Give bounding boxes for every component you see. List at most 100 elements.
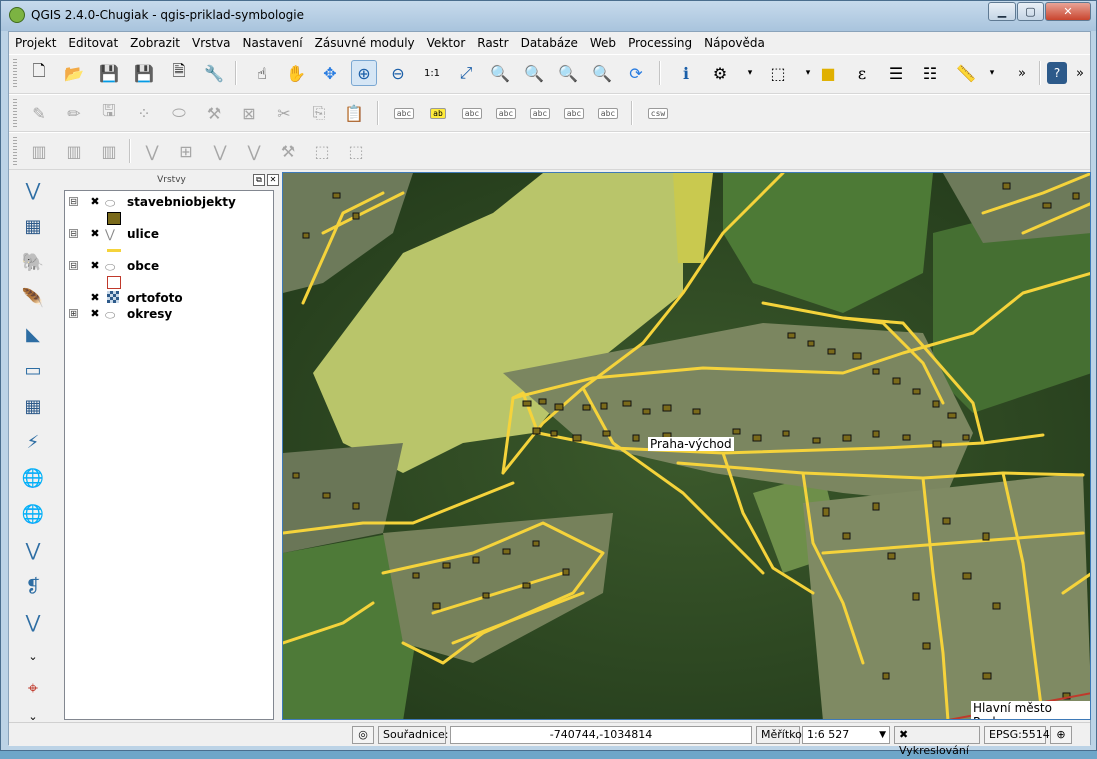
toolbar-grip-3[interactable] xyxy=(13,137,17,165)
add-ring-icon[interactable]: ⋁ xyxy=(139,138,165,164)
paste-features-icon[interactable]: 📋 xyxy=(341,100,367,126)
change-label-icon[interactable]: abc xyxy=(595,100,621,126)
crosshair-icon[interactable]: ⌖ xyxy=(19,674,47,702)
action-icon[interactable]: ⚙ xyxy=(707,60,733,86)
map-canvas[interactable]: Praha-východ Hlavní město Praha xyxy=(282,172,1091,720)
statistics-icon[interactable]: ☷ xyxy=(917,60,943,86)
refresh-icon[interactable]: ⟳ xyxy=(623,60,649,86)
cut-features-icon[interactable]: ✂ xyxy=(271,100,297,126)
field-calculator-icon[interactable]: ε xyxy=(849,60,875,86)
deselect-icon[interactable]: ■ xyxy=(815,60,841,86)
float-panel-button[interactable]: ⧉ xyxy=(253,174,265,186)
layer-checkbox[interactable]: ✖ xyxy=(89,228,101,240)
labeling-icon[interactable]: abc xyxy=(391,100,417,126)
minimize-button[interactable]: ▁ xyxy=(988,2,1016,21)
layer-checkbox[interactable]: ✖ xyxy=(89,308,101,320)
zoom-to-selection-icon[interactable]: 🔍 xyxy=(487,60,513,86)
add-wfs-layer-icon[interactable]: 🌐 xyxy=(19,464,47,492)
add-wms-layer-icon[interactable]: ▦ xyxy=(19,392,47,420)
delete-part-icon[interactable]: ⋁ xyxy=(241,138,267,164)
layer-checkbox[interactable]: ✖ xyxy=(89,292,101,304)
toolbar-grip[interactable] xyxy=(13,59,17,87)
menu-vektor[interactable]: Vektor xyxy=(421,32,472,50)
add-vector-layer-icon[interactable]: ⋁ xyxy=(19,176,47,204)
add-mssql-layer-icon[interactable]: ◣ xyxy=(19,320,47,348)
scale-dropdown-icon[interactable]: ▼ xyxy=(879,727,886,743)
delete-ring-icon[interactable]: ⋁ xyxy=(207,138,233,164)
new-shapefile-icon[interactable]: ⋁ xyxy=(19,608,47,636)
add-feature-icon[interactable]: ⁘ xyxy=(131,100,157,126)
redo-icon[interactable]: ▥ xyxy=(61,138,87,164)
delete-selected-icon[interactable]: ⊠ xyxy=(236,100,262,126)
menu-processing[interactable]: Processing xyxy=(622,32,698,50)
toolbar-grip-2[interactable] xyxy=(13,99,17,127)
add-part-icon[interactable]: ⊞ xyxy=(173,138,199,164)
coords-field[interactable]: -740744,-1034814 xyxy=(450,726,752,744)
measure-icon[interactable]: 📏 xyxy=(953,60,979,86)
toolbar-overflow-2-icon[interactable]: » xyxy=(1067,60,1093,86)
rotate-label-icon[interactable]: abc xyxy=(561,100,587,126)
undo-icon[interactable]: ▥ xyxy=(26,138,52,164)
add-raster-layer-icon[interactable]: ▦ xyxy=(19,212,47,240)
pan-to-selection-icon[interactable]: ✥ xyxy=(317,60,343,86)
save-edits-icon[interactable]: 🖫 xyxy=(96,100,122,126)
offset-curve-icon[interactable]: ⬚ xyxy=(309,138,335,164)
menu-napoveda[interactable]: Nápověda xyxy=(698,32,771,50)
touch-zoom-icon[interactable]: ☝ xyxy=(249,60,275,86)
reshape-icon[interactable]: ⚒ xyxy=(275,138,301,164)
split-features-icon[interactable]: ⬚ xyxy=(343,138,369,164)
zoom-in-icon[interactable]: ⊕ xyxy=(351,60,377,86)
copy-features-icon[interactable]: ⎘ xyxy=(306,100,332,126)
layer-labeling-icon[interactable]: ab xyxy=(425,100,451,126)
menu-nastaveni[interactable]: Nastavení xyxy=(237,32,309,50)
add-gps-layer-icon[interactable]: ❡ xyxy=(19,572,47,600)
menu-rastr[interactable]: Rastr xyxy=(471,32,514,50)
crs-globe-icon[interactable]: ⊕ xyxy=(1050,726,1072,744)
layer-expander[interactable]: ⊟ xyxy=(69,261,78,270)
zoom-to-layer-icon[interactable]: 🔍 xyxy=(521,60,547,86)
layer-checkbox[interactable]: ✖ xyxy=(89,260,101,272)
save-as-icon[interactable]: 💾 xyxy=(131,60,157,86)
menu-projekt[interactable]: Projekt xyxy=(9,32,62,50)
pan-icon[interactable]: ✋ xyxy=(283,60,309,86)
layer-name-obce[interactable]: obce xyxy=(127,258,159,274)
coords-toggle-icon[interactable]: ◎ xyxy=(352,726,374,744)
pin-labels-icon[interactable]: abc xyxy=(459,100,485,126)
layer-expander[interactable]: ⊟ xyxy=(69,229,78,238)
layer-checkbox[interactable]: ✖ xyxy=(89,196,101,208)
show-hide-labels-icon[interactable]: abc xyxy=(493,100,519,126)
menu-vrstva[interactable]: Vrstva xyxy=(186,32,237,50)
open-project-icon[interactable]: 📂 xyxy=(61,60,87,86)
close-panel-button[interactable]: ✕ xyxy=(267,174,279,186)
node-tool-icon[interactable]: ⚒ xyxy=(201,100,227,126)
save-project-icon[interactable]: 💾 xyxy=(96,60,122,86)
help-icon[interactable]: ? xyxy=(1047,62,1067,84)
zoom-next-icon[interactable]: 🔍 xyxy=(589,60,615,86)
identify-icon[interactable]: ℹ xyxy=(673,60,699,86)
add-oracle-layer-icon[interactable]: ▭ xyxy=(19,356,47,384)
zoom-last-icon[interactable]: 🔍 xyxy=(555,60,581,86)
csw-icon[interactable]: csw xyxy=(645,100,671,126)
close-button[interactable]: ✕ xyxy=(1045,2,1091,21)
zoom-out-icon[interactable]: ⊖ xyxy=(385,60,411,86)
toolbar-overflow-icon[interactable]: » xyxy=(1009,60,1035,86)
composer-manager-icon[interactable]: 🔧 xyxy=(201,60,227,86)
layer-name-ortofoto[interactable]: ortofoto xyxy=(127,290,183,306)
move-label-icon[interactable]: abc xyxy=(527,100,553,126)
current-edits-icon[interactable]: ✎ xyxy=(26,100,52,126)
crs-button[interactable]: EPSG:5514 xyxy=(984,726,1050,744)
render-toggle[interactable]: ✖ Vykreslování xyxy=(894,726,980,757)
toggle-editing-icon[interactable]: ✏ xyxy=(61,100,87,126)
menu-editovat[interactable]: Editovat xyxy=(62,32,124,50)
menu-zobrazit[interactable]: Zobrazit xyxy=(124,32,186,50)
maximize-button[interactable]: ▢ xyxy=(1017,2,1044,21)
attribute-table-icon[interactable]: ☰ xyxy=(883,60,909,86)
render-checkbox[interactable]: ✖ xyxy=(899,728,908,741)
more-tools-icon[interactable]: ⌄ xyxy=(19,642,47,670)
add-wcs-layer-icon[interactable]: ⚡ xyxy=(19,428,47,456)
select-features-icon[interactable]: ⬚ xyxy=(765,60,791,86)
zoom-full-icon[interactable]: ⤢ xyxy=(453,60,479,86)
layer-expander[interactable]: ⊟ xyxy=(69,197,78,206)
scale-combo[interactable]: 1:6 527 ▼ xyxy=(802,726,890,744)
move-feature-icon[interactable]: ⬭ xyxy=(166,100,192,126)
